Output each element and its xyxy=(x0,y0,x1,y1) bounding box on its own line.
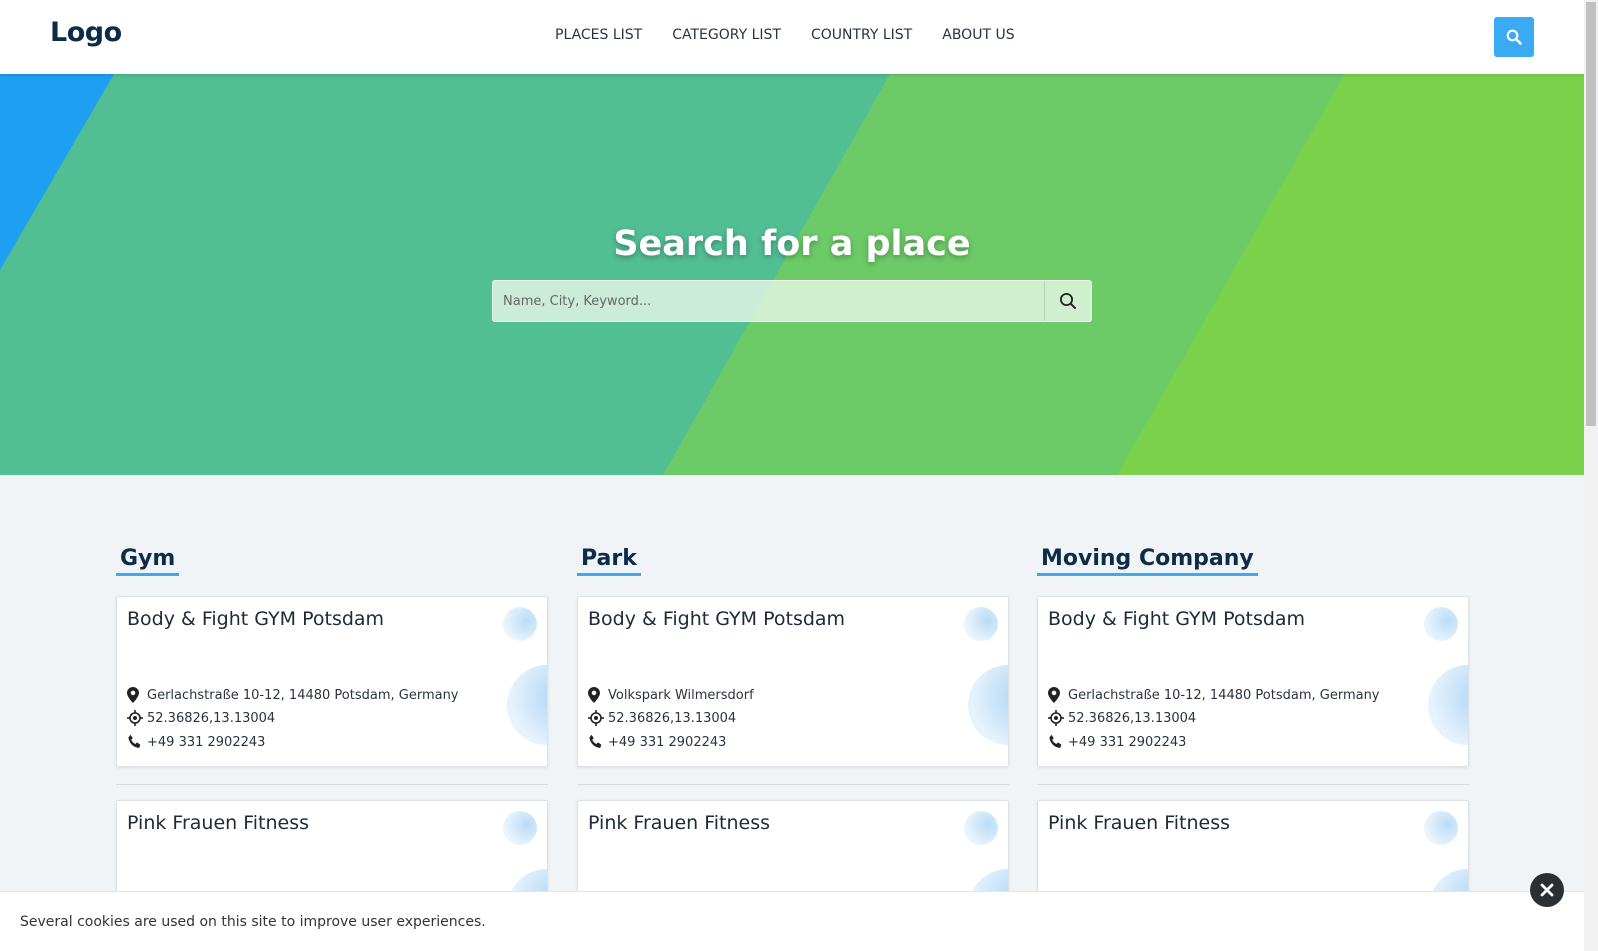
place-phone-row: +49 331 2902243 xyxy=(1048,734,1186,750)
search-icon xyxy=(1060,293,1076,309)
cookie-close-button[interactable] xyxy=(1530,873,1564,907)
crosshair-icon xyxy=(127,710,147,726)
crosshair-icon xyxy=(588,710,608,726)
place-address: Gerlachstraße 10-12, 14480 Potsdam, Germ… xyxy=(1068,687,1380,703)
site-header: Logo PLACES LIST CATEGORY LIST COUNTRY L… xyxy=(0,0,1584,74)
place-name[interactable]: Body & Fight GYM Potsdam xyxy=(127,608,384,630)
place-address-row: Gerlachstraße 10-12, 14480 Potsdam, Germ… xyxy=(1048,687,1380,703)
place-search-input[interactable] xyxy=(493,281,1045,321)
place-coords-row: 52.36826,13.13004 xyxy=(1048,710,1196,726)
hero-title: Search for a place xyxy=(613,224,971,264)
phone-icon xyxy=(127,734,147,750)
nav-category-list[interactable]: CATEGORY LIST xyxy=(672,27,781,43)
cookie-banner: Several cookies are used on this site to… xyxy=(0,891,1584,951)
place-address: Gerlachstraße 10-12, 14480 Potsdam, Germ… xyxy=(147,687,459,703)
card-divider xyxy=(577,784,1009,785)
decorative-bubble xyxy=(507,665,547,745)
decorative-bubble xyxy=(1424,811,1458,845)
category-title[interactable]: Moving Company xyxy=(1037,546,1258,576)
nav-country-list[interactable]: COUNTRY LIST xyxy=(811,27,912,43)
place-coords-row: 52.36826,13.13004 xyxy=(588,710,736,726)
place-coords-row: 52.36826,13.13004 xyxy=(127,710,275,726)
place-phone-row: +49 331 2902243 xyxy=(588,734,726,750)
place-address-row: Gerlachstraße 10-12, 14480 Potsdam, Germ… xyxy=(127,687,459,703)
decorative-bubble xyxy=(964,811,998,845)
place-coords: 52.36826,13.13004 xyxy=(608,710,737,726)
decorative-bubble xyxy=(503,607,537,641)
place-address: Volkspark Wilmersdorf xyxy=(608,687,754,703)
decorative-bubble xyxy=(964,607,998,641)
phone-icon xyxy=(588,734,608,750)
scrollbar-thumb[interactable] xyxy=(1586,2,1596,426)
crosshair-icon xyxy=(1048,710,1068,726)
hero-banner: Search for a place xyxy=(0,74,1584,475)
category-title[interactable]: Gym xyxy=(116,546,180,576)
nav-about-us[interactable]: ABOUT US xyxy=(942,27,1014,43)
map-pin-icon xyxy=(1048,687,1068,703)
decorative-bubble xyxy=(1428,665,1468,745)
map-pin-icon xyxy=(127,687,147,703)
place-search-button[interactable] xyxy=(1044,281,1091,321)
category-column-moving-company: Moving Company Body & Fight GYM Potsdam … xyxy=(1037,546,1469,920)
place-name[interactable]: Pink Frauen Fitness xyxy=(127,812,309,834)
page-scrollbar[interactable] xyxy=(1584,0,1598,951)
logo[interactable]: Logo xyxy=(50,17,122,48)
decorative-bubble xyxy=(503,811,537,845)
category-title[interactable]: Park xyxy=(577,546,641,576)
card-divider xyxy=(1037,784,1469,785)
phone-icon xyxy=(1048,734,1068,750)
main-nav: PLACES LIST CATEGORY LIST COUNTRY LIST A… xyxy=(555,27,1045,43)
close-icon xyxy=(1540,883,1554,897)
place-name[interactable]: Body & Fight GYM Potsdam xyxy=(1048,608,1305,630)
place-name[interactable]: Pink Frauen Fitness xyxy=(1048,812,1230,834)
place-phone-row: +49 331 2902243 xyxy=(127,734,265,750)
category-column-park: Park Body & Fight GYM Potsdam Volkspark … xyxy=(577,546,1009,920)
place-phone[interactable]: +49 331 2902243 xyxy=(1068,735,1186,750)
card-divider xyxy=(116,784,548,785)
hero-background xyxy=(0,74,1584,475)
place-card[interactable]: Body & Fight GYM Potsdam Volkspark Wilme… xyxy=(577,596,1009,767)
place-coords: 52.36826,13.13004 xyxy=(1068,710,1197,726)
place-address-row: Volkspark Wilmersdorf xyxy=(588,687,754,703)
category-column-gym: Gym Body & Fight GYM Potsdam Gerlachstra… xyxy=(116,546,548,920)
cookie-message: Several cookies are used on this site to… xyxy=(20,914,486,930)
place-coords: 52.36826,13.13004 xyxy=(147,710,276,726)
header-search-button[interactable] xyxy=(1494,17,1534,57)
place-name[interactable]: Pink Frauen Fitness xyxy=(588,812,770,834)
place-search-form xyxy=(492,280,1092,322)
decorative-bubble xyxy=(968,665,1008,745)
search-icon xyxy=(1506,29,1522,45)
place-phone[interactable]: +49 331 2902243 xyxy=(147,735,265,750)
nav-places-list[interactable]: PLACES LIST xyxy=(555,27,642,43)
place-phone[interactable]: +49 331 2902243 xyxy=(608,735,726,750)
place-card[interactable]: Body & Fight GYM Potsdam Gerlachstraße 1… xyxy=(1037,596,1469,767)
map-pin-icon xyxy=(588,687,608,703)
place-name[interactable]: Body & Fight GYM Potsdam xyxy=(588,608,845,630)
place-card[interactable]: Body & Fight GYM Potsdam Gerlachstraße 1… xyxy=(116,596,548,767)
decorative-bubble xyxy=(1424,607,1458,641)
